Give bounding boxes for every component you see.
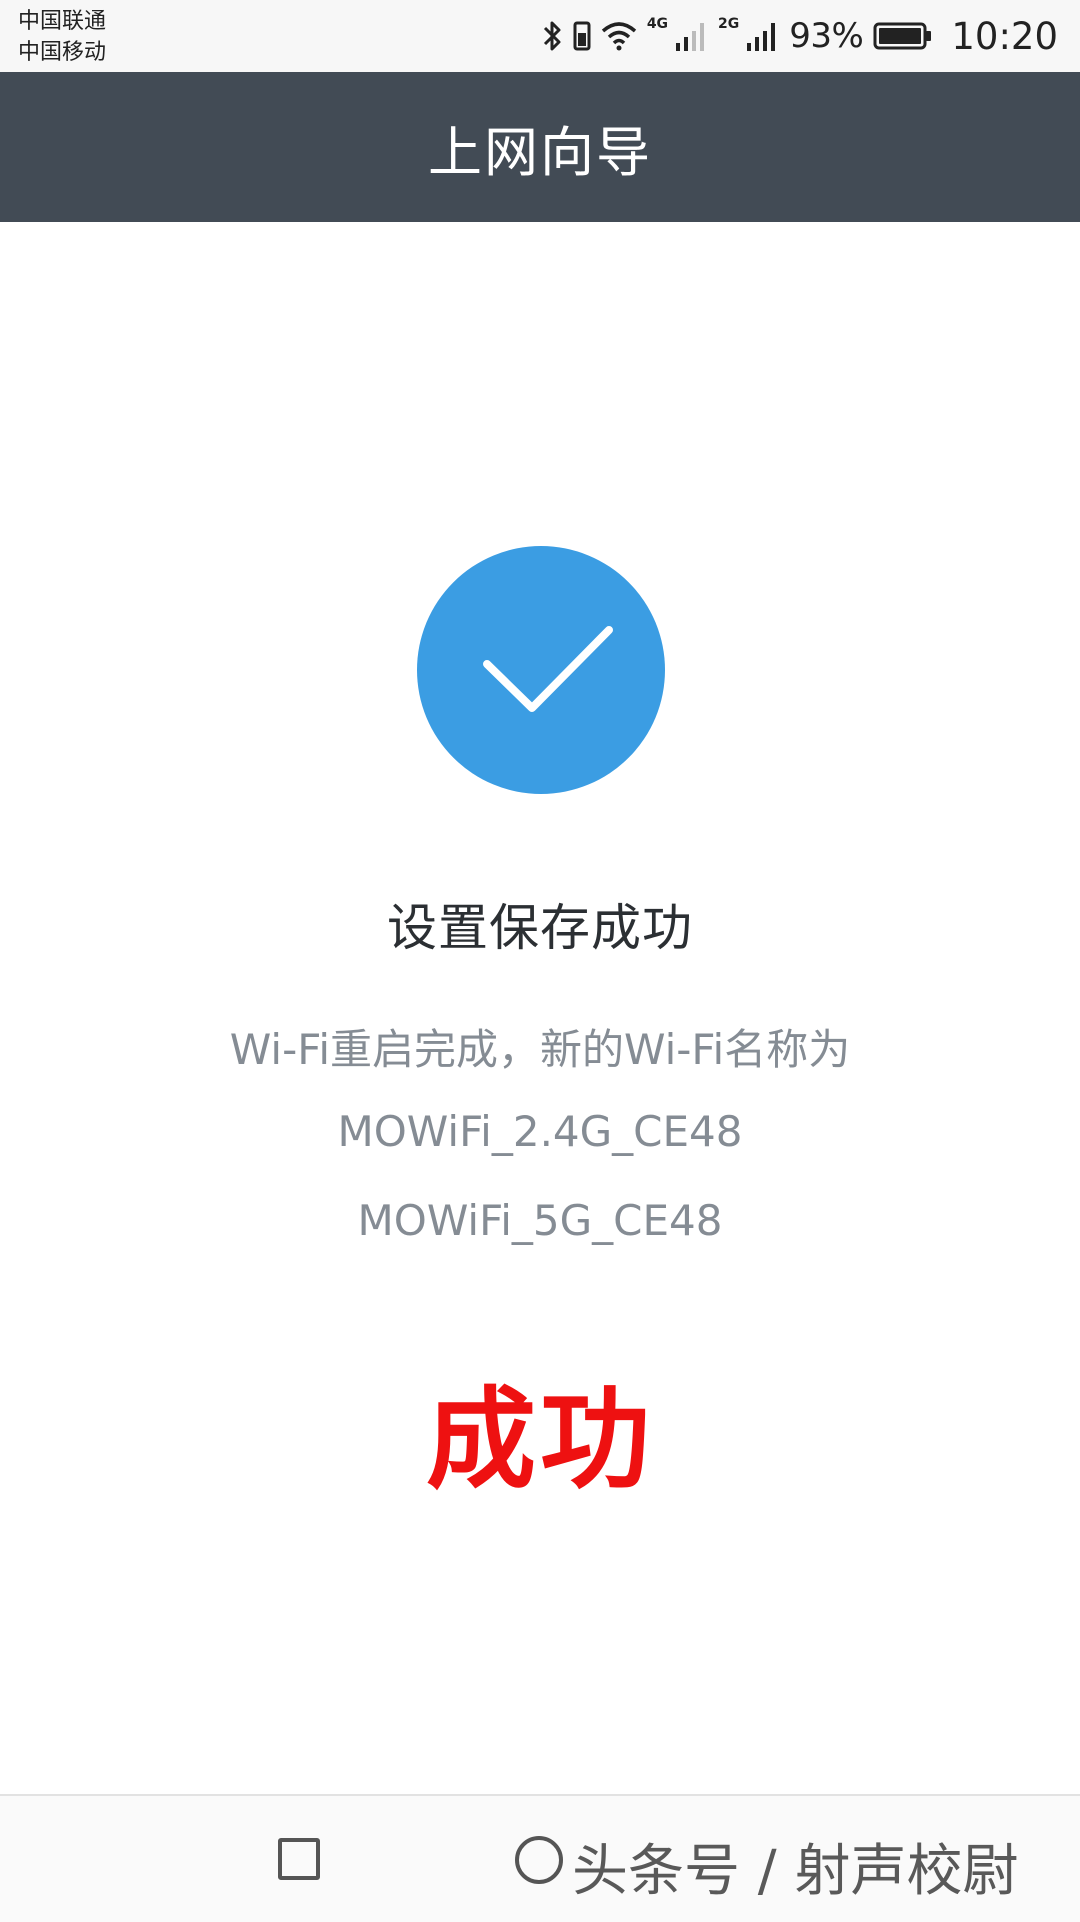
battery-percent: 93% [789, 16, 864, 56]
ssid-2-4g: MOWiFi_2.4G_CE48 [337, 1107, 743, 1156]
restart-message: Wi-Fi重启完成，新的Wi-Fi名称为 [229, 1025, 851, 1074]
recent-apps-button[interactable] [278, 1838, 320, 1880]
checkmark-icon [483, 626, 613, 712]
status-bar: 中国联通 中国移动 4G 2G 93% 10:20 [0, 0, 1080, 72]
ssid-5g: MOWiFi_5G_CE48 [357, 1196, 723, 1245]
navigation-bar: 头条号 / 射声校尉 [0, 1794, 1080, 1922]
bluetooth-icon [543, 21, 561, 51]
battery-icon [873, 22, 932, 50]
vibrate-icon [573, 21, 591, 51]
carrier-info: 中国联通 中国移动 [18, 6, 106, 68]
wifi-icon [601, 22, 636, 51]
title-bar: 上网向导 [0, 72, 1080, 222]
clock: 10:20 [951, 14, 1058, 58]
success-badge [417, 546, 665, 794]
overlay-annotation: 成功 [426, 1375, 654, 1504]
watermark: 头条号 / 射声校尉 [572, 1839, 1019, 1904]
network-1-label: 4G [646, 16, 669, 32]
signal-icon [676, 23, 705, 51]
home-button[interactable] [515, 1836, 563, 1884]
page-title: 上网向导 [428, 120, 652, 184]
carrier-1-label: 中国联通 [18, 9, 107, 34]
signal-icon [747, 23, 776, 51]
status-icons: 4G 2G 93% 10:20 [541, 12, 1058, 60]
network-2-label: 2G [718, 16, 740, 32]
carrier-2-label: 中国移动 [18, 40, 107, 65]
success-heading: 设置保存成功 [387, 899, 693, 957]
